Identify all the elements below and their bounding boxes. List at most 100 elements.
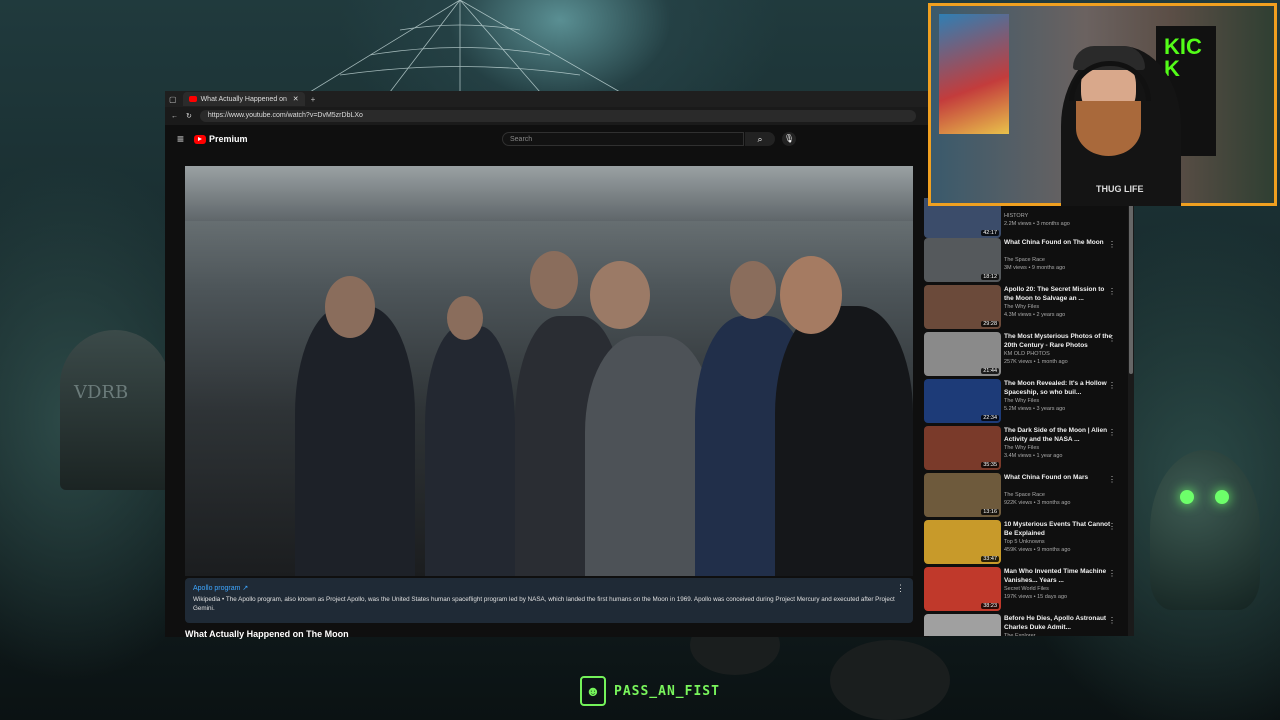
video-thumbnail[interactable]: 35:35 bbox=[924, 426, 1001, 470]
video-person bbox=[295, 306, 415, 576]
more-vert-icon[interactable]: ⋮ bbox=[1108, 569, 1116, 578]
video-thumbnail[interactable]: 18:12 bbox=[924, 238, 1001, 282]
video-item-title[interactable]: What China Found on Mars bbox=[1004, 474, 1112, 483]
video-duration: 18:12 bbox=[981, 274, 999, 280]
video-ceiling bbox=[185, 166, 913, 221]
sidebar-video-item[interactable]: 18:12 What China Found on The Moon The Spa… bbox=[924, 238, 1124, 284]
video-thumbnail[interactable]: 33:47 bbox=[924, 520, 1001, 564]
address-bar: ← ↻ https://www.youtube.com/watch?v=DvM5… bbox=[165, 107, 929, 125]
video-item-title[interactable]: 10 Mysterious Events That Cannot Be Expl… bbox=[1004, 521, 1112, 538]
more-vert-icon[interactable]: ⋮ bbox=[1108, 334, 1116, 343]
video-item-title[interactable]: Man Who Invented Time Machine Vanishes..… bbox=[1004, 568, 1112, 585]
video-item-meta: 257K views • 1 month ago bbox=[1004, 359, 1068, 365]
wall-poster bbox=[939, 14, 1009, 134]
video-item-title[interactable]: What China Found on The Moon bbox=[1004, 239, 1112, 248]
search-input[interactable]: Search bbox=[502, 132, 744, 146]
video-duration: 33:47 bbox=[981, 556, 999, 562]
video-item-channel[interactable]: The Why Files bbox=[1004, 445, 1039, 451]
tab-title: What Actually Happened on bbox=[200, 95, 287, 103]
recommendations-sidebar: 42:17Ancient Aliens: ...HISTORY2.2M view… bbox=[918, 198, 1134, 636]
video-thumbnail[interactable]: 38:23 bbox=[924, 567, 1001, 611]
video-item-channel[interactable]: The Explorer bbox=[1004, 633, 1036, 636]
sidebar-video-item[interactable]: 38:23 Man Who Invented Time Machine Vanis… bbox=[924, 567, 1124, 613]
video-item-title[interactable]: The Dark Side of the Moon | Alien Activi… bbox=[1004, 427, 1112, 444]
new-tab-icon[interactable]: + bbox=[311, 95, 316, 104]
video-item-meta: 922K views • 3 months ago bbox=[1004, 500, 1071, 506]
logo-text: Premium bbox=[209, 134, 248, 144]
video-person-head bbox=[730, 261, 776, 319]
video-person-head bbox=[447, 296, 483, 340]
video-person bbox=[775, 306, 913, 576]
browser-window: ▢ What Actually Happened on ✕ + ← ↻ http… bbox=[165, 91, 929, 639]
video-item-channel[interactable]: The Why Files bbox=[1004, 304, 1039, 310]
streamer-brand: ☻ PASS_AN_FIST bbox=[580, 676, 720, 706]
tombstone-decoration: VDRB bbox=[60, 330, 170, 490]
video-thumbnail[interactable] bbox=[924, 614, 1001, 636]
spider-web-decoration bbox=[309, 0, 621, 92]
sidebar-video-item[interactable]: 33:47 10 Mysterious Events That Cannot Be… bbox=[924, 520, 1124, 566]
sidebar-video-item[interactable]: 21:44 The Most Mysterious Photos of the 2… bbox=[924, 332, 1124, 378]
video-person-head bbox=[325, 276, 375, 338]
video-item-channel[interactable]: The Space Race bbox=[1004, 257, 1045, 263]
sidebar-scrollbar[interactable] bbox=[1128, 198, 1134, 636]
zombie-decoration bbox=[1150, 450, 1260, 610]
video-item-channel[interactable]: KM OLD PHOTOS bbox=[1004, 351, 1050, 357]
streamer-beard bbox=[1076, 101, 1141, 156]
robot-icon: ☻ bbox=[580, 676, 606, 706]
browser-tab[interactable]: What Actually Happened on ✕ bbox=[182, 92, 305, 106]
sidebar-video-item[interactable]: 22:34 The Moon Revealed: It's a Hollow Sp… bbox=[924, 379, 1124, 425]
video-duration: 35:35 bbox=[981, 462, 999, 468]
video-item-title[interactable]: The Most Mysterious Photos of the 20th C… bbox=[1004, 333, 1112, 350]
video-item-meta: 5.2M views • 3 years ago bbox=[1004, 406, 1066, 412]
more-vert-icon[interactable]: ⋮ bbox=[896, 583, 905, 594]
video-duration: 38:23 bbox=[981, 603, 999, 609]
video-item-meta: 2.2M views • 3 months ago bbox=[1004, 221, 1070, 227]
more-vert-icon[interactable]: ⋮ bbox=[1108, 428, 1116, 437]
youtube-header: ≡ Premium Search ⌕ 🎙 bbox=[165, 125, 929, 153]
url-field[interactable]: https://www.youtube.com/watch?v=DvM5zrDb… bbox=[199, 110, 916, 122]
video-item-meta: 459K views • 9 months ago bbox=[1004, 547, 1071, 553]
window-icon: ▢ bbox=[169, 94, 177, 104]
webcam-overlay: KICK THUG LIFE bbox=[928, 3, 1277, 206]
back-icon[interactable]: ← bbox=[171, 113, 178, 120]
sidebar-video-item[interactable]: 29:28 Apollo 20: The Secret Mission to th… bbox=[924, 285, 1124, 331]
more-vert-icon[interactable]: ⋮ bbox=[1108, 522, 1116, 531]
video-item-title[interactable]: The Moon Revealed: It's a Hollow Spacesh… bbox=[1004, 380, 1112, 397]
apollo-program-link[interactable]: Apollo program ↗ bbox=[193, 584, 248, 592]
video-item-title[interactable]: Apollo 20: The Secret Mission to the Moo… bbox=[1004, 286, 1112, 303]
video-item-meta: 4.3M views • 2 years ago bbox=[1004, 312, 1066, 318]
video-person-head bbox=[780, 256, 842, 334]
glowing-eye bbox=[1180, 490, 1194, 504]
video-title: What Actually Happened on The Moon bbox=[185, 629, 349, 639]
video-item-channel[interactable]: The Space Race bbox=[1004, 492, 1045, 498]
tab-close-icon[interactable]: ✕ bbox=[293, 95, 299, 103]
hamburger-menu-icon[interactable]: ≡ bbox=[177, 132, 184, 146]
more-vert-icon[interactable]: ⋮ bbox=[1108, 240, 1116, 249]
video-player[interactable] bbox=[185, 166, 913, 576]
video-item-channel[interactable]: Top 5 Unknowns bbox=[1004, 539, 1045, 545]
video-item-meta: 3.4M views • 1 year ago bbox=[1004, 453, 1063, 459]
video-item-meta: 197K views • 15 days ago bbox=[1004, 594, 1068, 600]
sidebar-video-item[interactable]: Before He Dies, Apollo Astronaut Charles… bbox=[924, 614, 1124, 636]
search-icon[interactable]: ⌕ bbox=[745, 132, 775, 146]
reload-icon[interactable]: ↻ bbox=[186, 112, 192, 120]
youtube-logo[interactable]: Premium bbox=[194, 134, 248, 144]
video-item-channel[interactable]: Secret World Files bbox=[1004, 586, 1049, 592]
video-item-channel[interactable]: The Why Files bbox=[1004, 398, 1039, 404]
sidebar-video-item[interactable]: 35:35 The Dark Side of the Moon | Alien A… bbox=[924, 426, 1124, 472]
video-duration: 13:16 bbox=[981, 509, 999, 515]
more-vert-icon[interactable]: ⋮ bbox=[1108, 616, 1116, 625]
more-vert-icon[interactable]: ⋮ bbox=[1108, 475, 1116, 484]
more-vert-icon[interactable]: ⋮ bbox=[1108, 381, 1116, 390]
microphone-icon[interactable]: 🎙 bbox=[782, 132, 796, 146]
video-item-channel[interactable]: HISTORY bbox=[1004, 213, 1028, 219]
video-item-title[interactable]: Before He Dies, Apollo Astronaut Charles… bbox=[1004, 615, 1112, 632]
sidebar-video-item[interactable]: 13:16 What China Found on Mars The Space R… bbox=[924, 473, 1124, 519]
video-thumbnail[interactable]: 13:16 bbox=[924, 473, 1001, 517]
video-thumbnail[interactable]: 29:28 bbox=[924, 285, 1001, 329]
more-vert-icon[interactable]: ⋮ bbox=[1108, 287, 1116, 296]
video-duration: 21:44 bbox=[981, 368, 999, 374]
video-thumbnail[interactable]: 22:34 bbox=[924, 379, 1001, 423]
video-person-head bbox=[590, 261, 650, 329]
video-thumbnail[interactable]: 21:44 bbox=[924, 332, 1001, 376]
